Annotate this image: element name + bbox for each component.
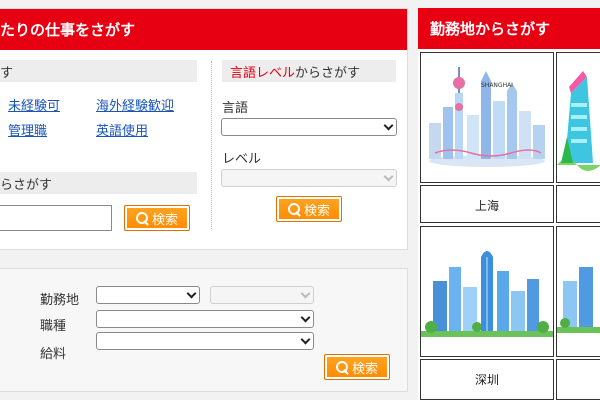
location-search-panel: 勤務地からさがす SHANGHAI 上海 深圳 (418, 8, 600, 400)
category-label: 職種 (40, 319, 67, 334)
link-english-use[interactable]: 英語使用 (96, 120, 148, 139)
search-icon (335, 361, 348, 373)
link-management[interactable]: 管理職 (8, 120, 47, 139)
salary-label: 給料 (40, 347, 67, 362)
city-card-2[interactable] (556, 52, 600, 183)
city-label-cell-2[interactable] (556, 185, 600, 223)
keyword-input[interactable] (0, 205, 112, 231)
quick-search-panel: 勤務地 職種 給料 検索 (0, 268, 408, 392)
column-divider (211, 61, 212, 229)
chevron-down-icon (300, 334, 311, 344)
search-icon (135, 212, 148, 224)
city-grid: SHANGHAI 上海 深圳 (420, 52, 600, 400)
city-label-cell-shenzhen[interactable]: 深圳 (420, 359, 554, 400)
condition-search-panel: たりの仕事をさがす す 未経験可 海外経験歓迎 管理職 英語使用 らさがす 検索… (0, 8, 408, 250)
city-name-shanghai: 上海 (474, 199, 499, 213)
chevron-down-icon (383, 171, 394, 181)
city-label-cell-shanghai[interactable]: 上海 (420, 185, 554, 223)
shanghai-skyline-image: SHANGHAI (421, 53, 553, 182)
city-card-shanghai[interactable]: SHANGHAI (420, 52, 554, 183)
condition-search-header: たりの仕事をさがす (0, 9, 407, 50)
level-select[interactable] (221, 169, 397, 187)
language-label: 言語 (222, 101, 249, 116)
location-select[interactable] (96, 286, 200, 304)
condition-subheader: す (0, 60, 197, 82)
language-select[interactable] (221, 118, 397, 136)
city-image-2 (557, 53, 600, 182)
language-level-subheader: 言語レベル からさがす (222, 60, 396, 82)
level-label: レベル (222, 152, 262, 167)
link-no-experience[interactable]: 未経験可 (8, 95, 60, 114)
shanghai-skyline-caption: SHANGHAI (481, 82, 513, 89)
chevron-down-icon (186, 288, 197, 298)
condition-search-title: たりの仕事をさがす (0, 21, 136, 39)
shenzhen-skyline-image (421, 227, 553, 356)
quick-search-button[interactable]: 検索 (324, 354, 390, 380)
chevron-down-icon (383, 120, 394, 130)
category-select[interactable] (96, 310, 314, 328)
city-card-shenzhen[interactable] (420, 226, 554, 357)
chevron-down-icon (300, 312, 311, 322)
search-icon (287, 203, 300, 215)
chevron-down-icon (300, 288, 311, 298)
salary-select[interactable] (96, 332, 314, 350)
city-card-4[interactable] (556, 226, 600, 357)
city-name-shenzhen: 深圳 (474, 373, 499, 387)
location-label: 勤務地 (40, 293, 80, 308)
city-label-cell-4[interactable] (556, 359, 600, 400)
link-overseas-experience[interactable]: 海外経験歓迎 (96, 95, 174, 114)
city-image-4 (557, 227, 600, 356)
location-sub-select[interactable] (210, 286, 314, 304)
keyword-subheader: らさがす (0, 172, 197, 194)
keyword-search-button[interactable]: 検索 (124, 205, 190, 231)
location-search-header: 勤務地からさがす (418, 8, 600, 49)
language-search-button[interactable]: 検索 (276, 196, 342, 222)
location-search-title: 勤務地からさがす (430, 20, 551, 38)
